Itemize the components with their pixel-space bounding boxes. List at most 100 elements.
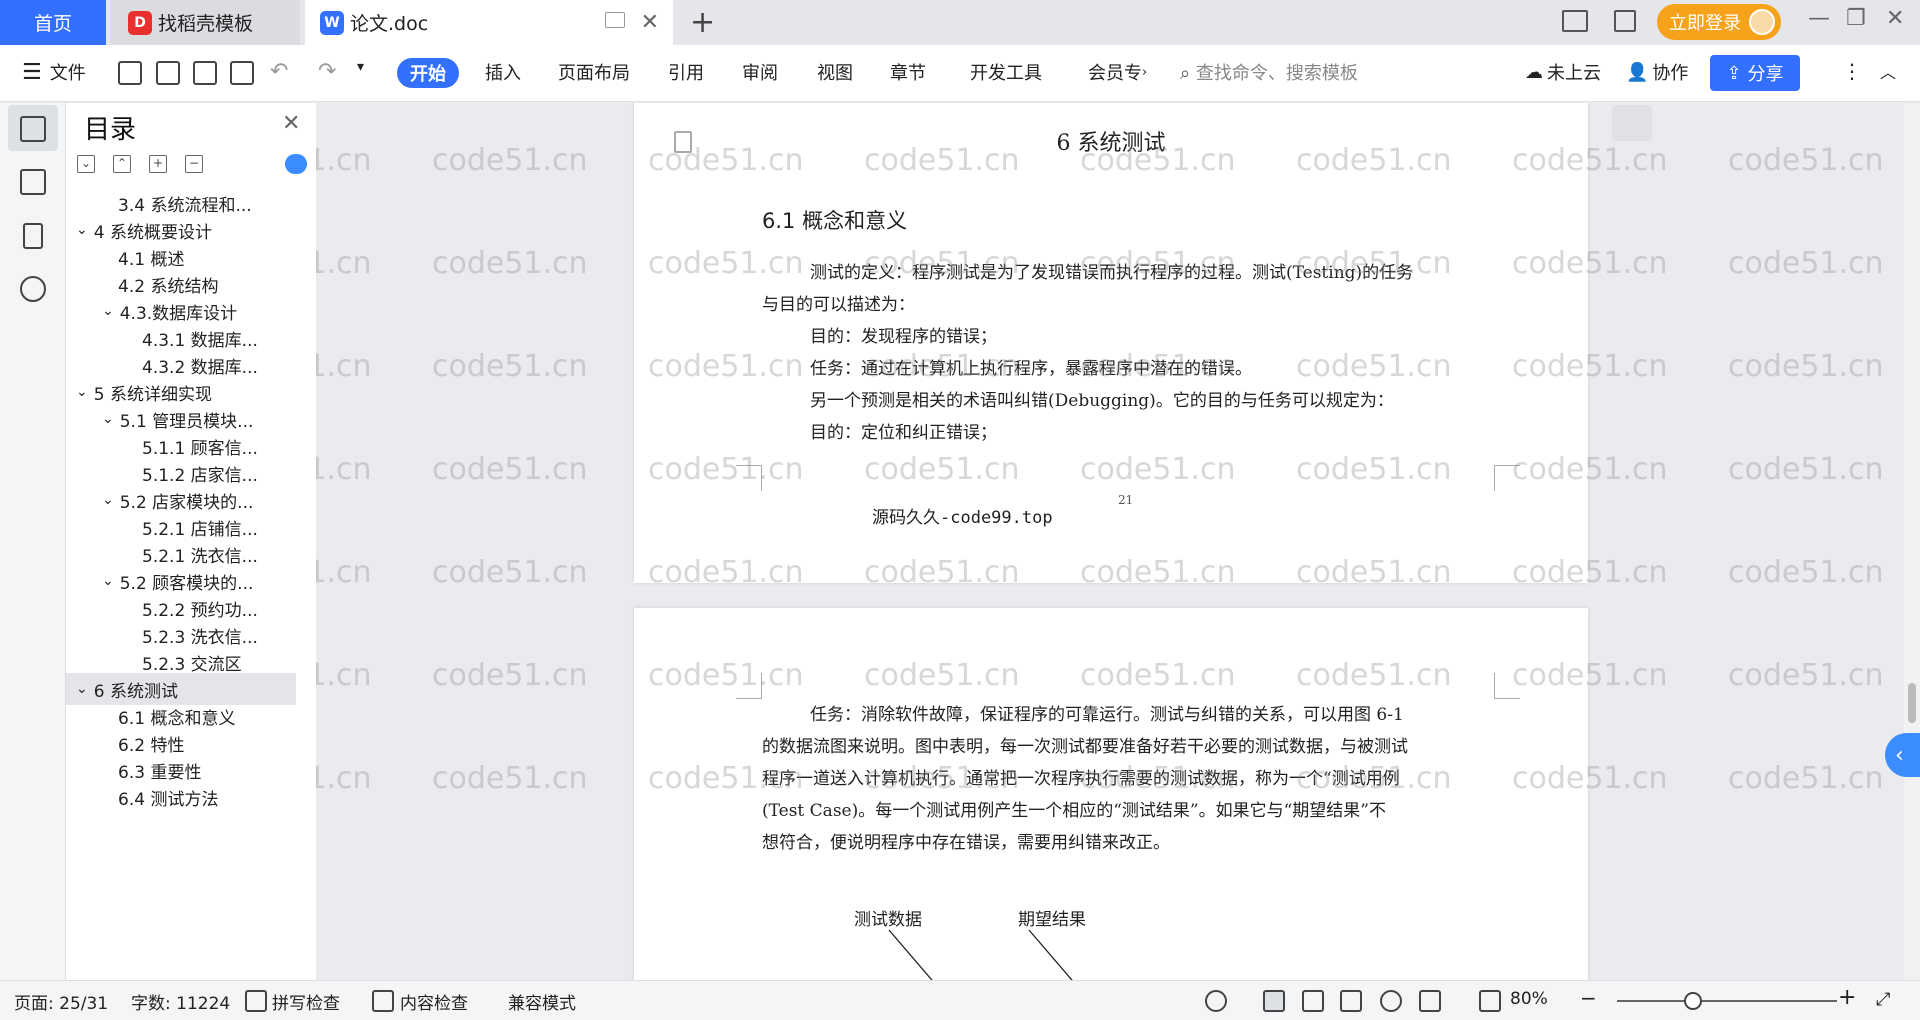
undo-icon[interactable]: ↶ [270, 59, 288, 84]
zoom-slider[interactable] [1617, 1000, 1837, 1002]
page-indicator[interactable]: 页面: 25/31 [14, 989, 108, 1014]
tab-insert[interactable]: 插入 [485, 59, 521, 85]
chevron-down-icon[interactable]: ⌄ [102, 573, 114, 589]
minimize-icon[interactable]: — [1808, 6, 1830, 31]
share-button[interactable]: ⇪ 分享 [1710, 55, 1800, 91]
login-button[interactable]: 立即登录 [1657, 4, 1781, 40]
share-label: 分享 [1747, 64, 1784, 85]
watermark-text: code51.cn [432, 555, 588, 590]
chevron-down-icon[interactable]: ⌄ [102, 303, 114, 319]
close-icon[interactable]: ✕ [641, 10, 659, 35]
restore-icon[interactable]: ❐ [1846, 6, 1866, 31]
tab-reference[interactable]: 引用 [668, 59, 704, 85]
toc-item[interactable]: 6.4 测试方法 [66, 781, 296, 813]
add-heading-icon[interactable]: + [149, 155, 167, 173]
watermark-text: code51.cn [1728, 143, 1884, 178]
hamburger-icon: ☰ [22, 59, 42, 85]
search-placeholder: 查找命令、搜索模板 [1195, 63, 1358, 84]
zoom-slider-knob[interactable] [1684, 992, 1702, 1010]
chevron-down-icon[interactable]: ▾ [357, 59, 364, 75]
tab-template[interactable]: D 找稻壳模板 [110, 0, 300, 45]
page-view-icon[interactable] [1263, 990, 1285, 1012]
fullscreen-icon[interactable]: ⤢ [1876, 989, 1890, 1010]
toc-item-label: 5.2 店家模块的... [119, 492, 254, 513]
grid-icon[interactable] [1614, 10, 1636, 32]
watermark-text: code51.cn [316, 246, 372, 281]
cloud-status[interactable]: ☁ 未上云 [1525, 59, 1601, 85]
remove-heading-icon[interactable]: − [185, 155, 203, 173]
chevron-down-icon[interactable]: ⌄ [76, 222, 88, 238]
chevron-down-icon[interactable]: ⌄ [76, 384, 88, 400]
export-icon[interactable] [156, 61, 180, 85]
toc-item-label: 5.2.1 店铺信... [142, 519, 258, 540]
monitor-icon[interactable] [605, 12, 625, 28]
tab-layout[interactable]: 页面布局 [558, 59, 630, 85]
chapter-title: 6 系统测试 [1056, 131, 1166, 156]
file-menu[interactable]: ☰ 文件 [22, 59, 86, 85]
print-icon[interactable] [193, 61, 217, 85]
tab-review[interactable]: 审阅 [742, 59, 778, 85]
collapse-all-icon[interactable]: ⌃ [113, 155, 131, 173]
collab-button[interactable]: 👤 协作 [1626, 59, 1688, 85]
outline-view-icon[interactable] [1302, 990, 1324, 1012]
watermark-text: code51.cn [432, 658, 588, 693]
tab-chapter[interactable]: 章节 [890, 59, 926, 85]
vertical-scrollbar[interactable] [1904, 103, 1920, 980]
window-close-icon[interactable]: ✕ [1886, 6, 1904, 31]
navigation-icon[interactable] [20, 169, 46, 195]
toc-item-label: 4.2 系统结构 [118, 276, 219, 297]
toc-item-label: 6.2 特性 [118, 735, 185, 756]
word-count[interactable]: 字数: 11224 [131, 989, 230, 1014]
search-icon[interactable] [20, 276, 46, 302]
scroll-thumb[interactable] [1908, 683, 1916, 723]
collab-label: 协作 [1652, 63, 1689, 84]
tab-start[interactable]: 开始 [397, 58, 459, 88]
spellcheck-button[interactable]: 拼写检查 [272, 989, 340, 1014]
web-view-icon[interactable] [1380, 990, 1402, 1012]
chevron-down-icon[interactable]: ⌄ [102, 411, 114, 427]
chevron-down-icon[interactable]: ⌄ [102, 492, 114, 508]
tab-member[interactable]: 会员专 › [1088, 59, 1147, 85]
chevron-down-icon[interactable]: ⌄ [76, 681, 88, 697]
tab-document[interactable]: W 论文.doc ✕ [305, 0, 673, 45]
tab-home[interactable]: 首页 [0, 0, 106, 45]
spellcheck-icon [245, 990, 267, 1012]
zoom-in-icon[interactable]: + [1838, 985, 1856, 1010]
watermark-text: code51.cn [316, 761, 372, 796]
watermark-text: code51.cn [432, 349, 588, 384]
ai-assistant-icon[interactable] [285, 154, 307, 174]
toc-item-label: 5.2.3 交流区 [142, 654, 242, 675]
save-icon[interactable] [118, 61, 142, 85]
toc-item-label: 6 系统测试 [93, 681, 178, 702]
read-view-icon[interactable] [1340, 990, 1362, 1012]
more-icon[interactable]: ⋮ [1842, 59, 1862, 83]
chevron-right-icon: › [1142, 64, 1148, 80]
watermark-text: code51.cn [316, 349, 372, 384]
content-check-icon [372, 990, 394, 1012]
tab-view[interactable]: 视图 [817, 59, 853, 85]
search-input[interactable]: ⌕ 查找命令、搜索模板 [1180, 59, 1358, 85]
file-label: 文件 [49, 63, 86, 84]
side-panel-toggle[interactable] [1612, 105, 1652, 141]
zoom-level[interactable]: 80% [1510, 989, 1548, 1009]
pen-icon[interactable] [1419, 990, 1441, 1012]
layout-icon[interactable] [1562, 10, 1588, 32]
paragraph-line: 与目的可以描述为： [762, 295, 915, 315]
page-footer: 源码久久-code99.top [872, 508, 1053, 528]
user-plus-icon: 👤 [1626, 61, 1649, 83]
preview-icon[interactable] [230, 61, 254, 85]
redo-icon[interactable]: ↷ [318, 59, 336, 84]
document-area: 6 系统测试 6.1 概念和意义 测试的定义：程序测试是为了发现错误而执行程序的… [316, 103, 1904, 980]
content-check-button[interactable]: 内容检查 [400, 989, 468, 1014]
zoom-out-icon[interactable]: − [1580, 986, 1597, 1010]
toc-icon[interactable] [20, 116, 46, 142]
eye-protect-icon[interactable] [1205, 990, 1227, 1012]
toc-close-icon[interactable]: ✕ [282, 111, 300, 136]
new-tab-button[interactable]: + [690, 5, 715, 40]
bookmark-icon[interactable] [23, 223, 43, 249]
tab-devtools[interactable]: 开发工具 [970, 59, 1042, 85]
collapse-ribbon-icon[interactable]: ︿ [1880, 59, 1896, 83]
fit-page-icon[interactable] [1479, 990, 1501, 1012]
expand-all-icon[interactable]: ⌄ [77, 155, 95, 173]
toc-item-label: 5 系统详细实现 [93, 384, 212, 405]
